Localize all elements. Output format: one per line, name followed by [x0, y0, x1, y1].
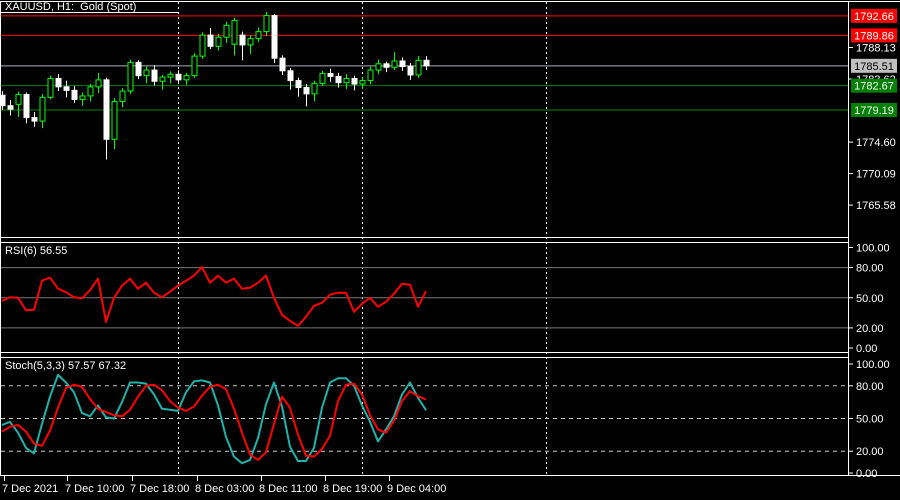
candle-body [407, 66, 414, 76]
candle-body [127, 61, 134, 92]
candle-bull [199, 32, 206, 59]
price-badge-label: 1785.51 [854, 61, 894, 73]
price-badge-label: 1779.19 [854, 105, 894, 117]
candle-body [207, 34, 214, 47]
price-badge-label: 1782.67 [854, 81, 894, 93]
candle-body [359, 80, 366, 85]
chart-title: XAUUSD, H1: Gold (Spot) [5, 1, 137, 13]
candle-body [247, 38, 254, 46]
candle-body [79, 95, 86, 100]
candle-body [119, 90, 126, 103]
candle-body [327, 73, 334, 77]
candle-body [135, 61, 142, 77]
indicator-axis-label: 50.00 [856, 414, 884, 426]
candle-body [47, 77, 54, 98]
candle-body [367, 69, 374, 82]
candle-body [183, 75, 190, 81]
time-axis-label: 7 Dec 18:00 [130, 483, 189, 495]
candle-body [399, 60, 406, 68]
candle-body [15, 94, 22, 105]
candle-body [103, 79, 110, 140]
candle-body [159, 76, 166, 82]
candle-body [271, 15, 278, 59]
candle-body [87, 86, 94, 97]
candle-body [415, 59, 422, 76]
candle-body [215, 36, 222, 47]
chart-canvas[interactable]: 1788.131783.621774.601770.091765.58100.0… [0, 0, 900, 500]
price-axis-label: 1765.58 [856, 200, 896, 212]
candle-body [143, 69, 150, 77]
candle-body [151, 69, 158, 82]
candle-body [71, 89, 78, 100]
candle-body [255, 31, 262, 40]
candle-body [31, 117, 38, 122]
price-badge-label: 1789.86 [854, 30, 894, 42]
candle-body [375, 63, 382, 71]
indicator-axis-label: 0.00 [856, 468, 877, 480]
time-axis-label: 9 Dec 04:00 [387, 483, 446, 495]
price-axis-label: 1770.09 [856, 169, 896, 181]
candle-body [295, 80, 302, 89]
candle-body [391, 60, 398, 68]
price-badge-label: 1792.66 [854, 11, 894, 23]
candle-body [287, 70, 294, 82]
candle-body [23, 94, 30, 119]
indicator-axis-label: 100.00 [856, 243, 890, 255]
candle-body [223, 24, 230, 38]
indicator-axis-label: 80.00 [856, 381, 884, 393]
time-axis-label: 8 Dec 19:00 [323, 483, 382, 495]
candle-body [279, 57, 286, 72]
candle-body [175, 73, 182, 81]
candle-body [263, 15, 270, 33]
candle-body [335, 75, 342, 84]
time-axis-label: 7 Dec 10:00 [65, 483, 124, 495]
candle-body [7, 105, 14, 110]
stoch-panel[interactable] [1, 358, 848, 475]
trading-chart-window: 1788.131783.621774.601770.091765.58100.0… [0, 0, 900, 500]
indicator-axis-label: 0.00 [856, 343, 877, 355]
candle-body [343, 77, 350, 84]
candle-bull [191, 53, 198, 78]
candle-bull [47, 75, 54, 100]
candle-body [167, 73, 174, 78]
candle-body [199, 34, 206, 57]
indicator-axis-label: 20.00 [856, 446, 884, 458]
indicator-axis-label: 50.00 [856, 293, 884, 305]
candle-body [351, 77, 358, 85]
candle-body [303, 87, 310, 95]
time-axis-label: 7 Dec 2021 [2, 483, 58, 495]
candle-body [111, 101, 118, 140]
candle-bull [319, 70, 326, 87]
time-axis-label: 8 Dec 11:00 [259, 483, 318, 495]
rsi-indicator-label: RSI(6) 56.55 [5, 245, 68, 257]
candle-body [311, 82, 318, 95]
stoch-indicator-label: Stoch(5,3,3) 57.57 67.32 [5, 360, 127, 372]
candle-panel[interactable] [1, 2, 848, 237]
candle-bull [127, 59, 134, 94]
candle-body [383, 63, 390, 68]
candle-body [55, 77, 62, 88]
time-axis-label: 8 Dec 03:00 [195, 483, 254, 495]
indicator-axis-label: 100.00 [856, 359, 890, 371]
candle-body [39, 96, 46, 122]
candle-body [191, 55, 198, 77]
indicator-axis-label: 20.00 [856, 323, 884, 335]
candle-body [231, 19, 238, 45]
price-axis-label: 1774.60 [856, 137, 896, 149]
candle-body [239, 34, 246, 46]
candle-body [319, 73, 326, 84]
candle-bear [271, 14, 278, 64]
price-axis-label: 1788.13 [856, 43, 896, 55]
candle-body [95, 79, 102, 88]
candle-body [63, 86, 70, 91]
candle-body [423, 59, 430, 67]
indicator-axis-label: 80.00 [856, 263, 884, 275]
